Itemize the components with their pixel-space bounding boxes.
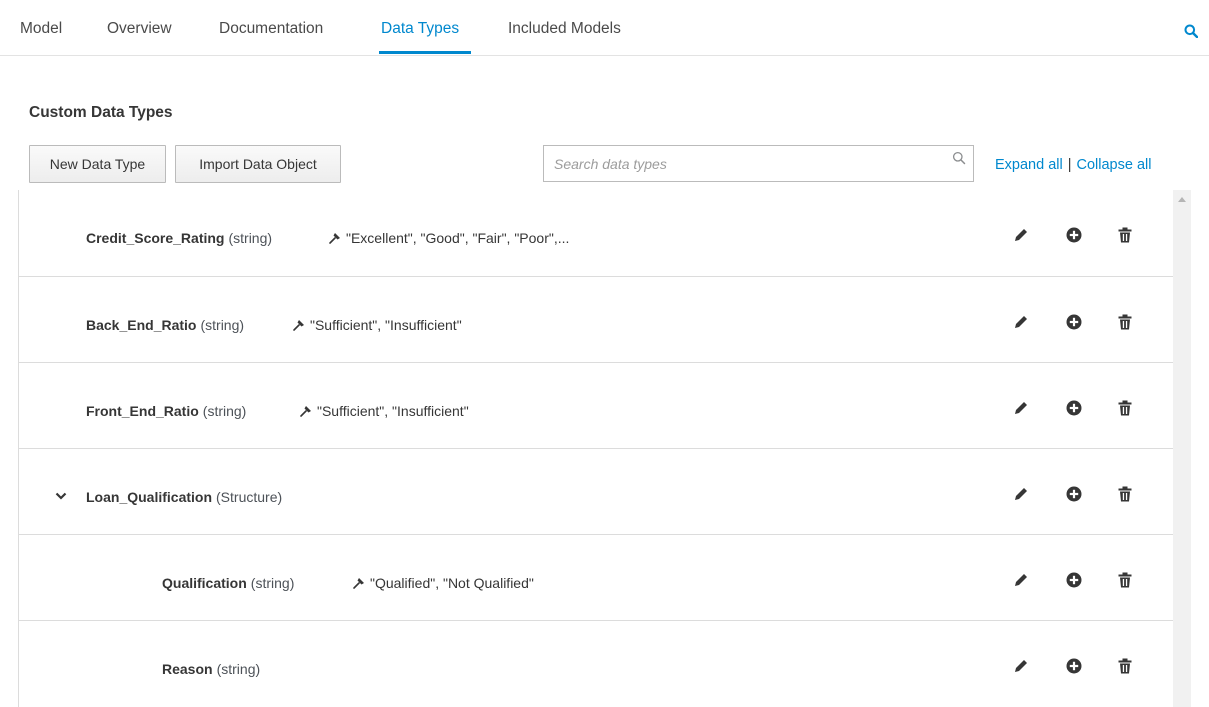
data-type-name[interactable]: Front_End_Ratio <box>86 403 199 419</box>
trash-icon[interactable] <box>1116 657 1134 675</box>
data-type-kind: (string) <box>228 230 273 246</box>
constraint-icon <box>293 320 304 331</box>
data-type-name-cell: Credit_Score_Rating (string) <box>86 230 272 246</box>
plus-circle-icon[interactable] <box>1065 485 1083 503</box>
data-type-name-cell: Qualification (string) <box>162 575 294 591</box>
pencil-icon[interactable] <box>1012 399 1030 417</box>
trash-icon[interactable] <box>1116 226 1134 244</box>
search-icon[interactable] <box>1184 24 1198 38</box>
trash-icon[interactable] <box>1116 313 1134 331</box>
search-input[interactable] <box>544 146 944 181</box>
pencil-icon[interactable] <box>1012 313 1030 331</box>
data-type-name-cell: Back_End_Ratio (string) <box>86 317 244 333</box>
data-type-kind: (string) <box>200 317 245 333</box>
data-type-row[interactable]: Reason (string) <box>19 620 1173 705</box>
link-separator: | <box>1067 157 1072 173</box>
trash-icon[interactable] <box>1116 399 1134 417</box>
top-nav: Model Overview Documentation Data Types … <box>0 0 1209 56</box>
pencil-icon[interactable] <box>1012 571 1030 589</box>
pencil-icon[interactable] <box>1012 485 1030 503</box>
expand-all-link[interactable]: Expand all <box>995 157 1063 173</box>
new-data-type-button[interactable]: New Data Type <box>29 145 166 183</box>
data-type-row[interactable]: Qualification (string) "Qualified", "Not … <box>19 534 1173 619</box>
pencil-icon[interactable] <box>1012 226 1030 244</box>
data-type-kind: (string) <box>216 661 261 677</box>
plus-circle-icon[interactable] <box>1065 571 1083 589</box>
active-tab-indicator <box>379 51 471 54</box>
plus-circle-icon[interactable] <box>1065 226 1083 244</box>
tab-included-models[interactable]: Included Models <box>508 20 621 38</box>
data-type-row[interactable]: Back_End_Ratio (string) "Sufficient", "In… <box>19 276 1173 361</box>
list-scrollbar[interactable] <box>1173 190 1191 707</box>
constraint-cell: "Excellent", "Good", "Fair", "Poor",... <box>328 230 569 246</box>
chevron-down-icon[interactable] <box>55 491 67 501</box>
tab-overview[interactable]: Overview <box>107 20 172 38</box>
data-type-row[interactable]: Front_End_Ratio (string) "Sufficient", "I… <box>19 362 1173 447</box>
pencil-icon[interactable] <box>1012 657 1030 675</box>
data-type-name[interactable]: Loan_Qualification <box>86 489 212 505</box>
expand-collapse-links: Expand all | Collapse all <box>995 157 1151 173</box>
data-type-kind: (string) <box>250 575 295 591</box>
data-type-row[interactable]: Credit_Score_Rating (string) "Excellent",… <box>19 190 1173 275</box>
data-type-name[interactable]: Back_End_Ratio <box>86 317 196 333</box>
tab-data-types[interactable]: Data Types <box>381 20 459 38</box>
data-type-name[interactable]: Qualification <box>162 575 247 591</box>
constraint-cell: "Sufficient", "Insufficient" <box>299 403 469 419</box>
tab-model[interactable]: Model <box>20 20 62 38</box>
tab-documentation[interactable]: Documentation <box>219 20 323 38</box>
import-data-object-button[interactable]: Import Data Object <box>175 145 341 183</box>
plus-circle-icon[interactable] <box>1065 399 1083 417</box>
trash-icon[interactable] <box>1116 485 1134 503</box>
collapse-all-link[interactable]: Collapse all <box>1077 157 1152 173</box>
search-field <box>543 145 974 182</box>
constraint-cell: "Sufficient", "Insufficient" <box>292 317 462 333</box>
data-type-name-cell: Loan_Qualification (Structure) <box>86 489 282 505</box>
plus-circle-icon[interactable] <box>1065 657 1083 675</box>
section-title: Custom Data Types <box>29 104 173 121</box>
plus-circle-icon[interactable] <box>1065 313 1083 331</box>
constraint-icon <box>300 406 311 417</box>
data-types-list: Credit_Score_Rating (string) "Excellent",… <box>18 190 1173 707</box>
data-type-name[interactable]: Credit_Score_Rating <box>86 230 224 246</box>
constraint-value: "Excellent", "Good", "Fair", "Poor",... <box>346 230 570 246</box>
constraint-value: "Sufficient", "Insufficient" <box>310 317 462 333</box>
constraint-value: "Sufficient", "Insufficient" <box>317 403 469 419</box>
data-type-kind: (Structure) <box>216 489 283 505</box>
constraint-value: "Qualified", "Not Qualified" <box>370 575 534 591</box>
constraint-icon <box>353 578 364 589</box>
data-type-row[interactable]: Loan_Qualification (Structure) <box>19 448 1173 533</box>
search-field-icon <box>952 151 966 165</box>
scroll-up-arrow-icon[interactable] <box>1178 196 1186 202</box>
data-type-name-cell: Reason (string) <box>162 661 260 677</box>
data-type-name-cell: Front_End_Ratio (string) <box>86 403 246 419</box>
data-type-name[interactable]: Reason <box>162 661 213 677</box>
data-type-kind: (string) <box>202 403 247 419</box>
constraint-cell: "Qualified", "Not Qualified" <box>352 575 534 591</box>
trash-icon[interactable] <box>1116 571 1134 589</box>
constraint-icon <box>329 233 340 244</box>
